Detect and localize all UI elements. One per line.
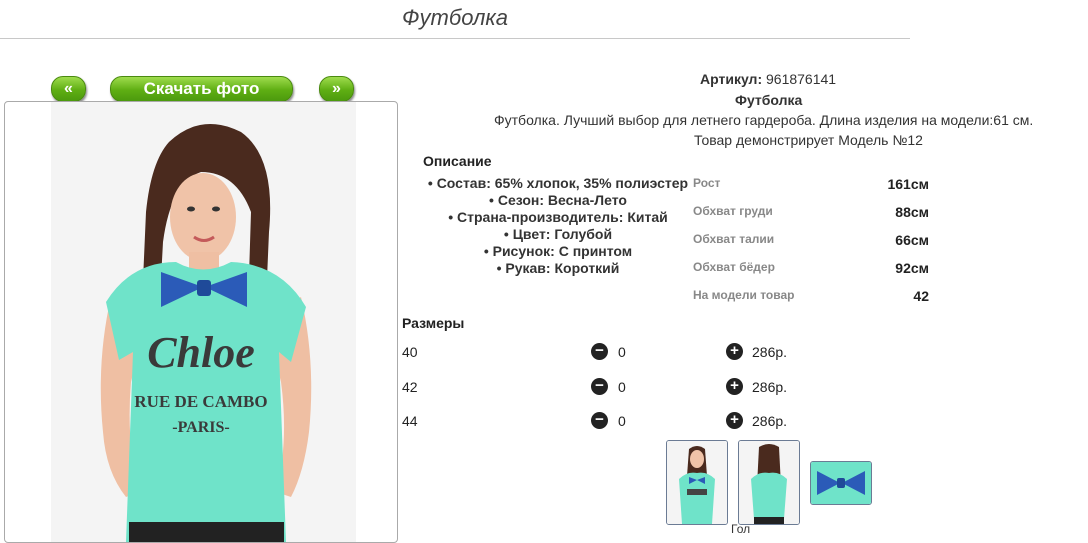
size-value: 44 — [402, 413, 418, 429]
print-text-3: -PARIS- — [172, 419, 229, 436]
print-text-2: RUE DE CAMBO — [134, 392, 267, 411]
measurement-label: Обхват талии — [693, 232, 775, 246]
size-row: 44 − 0 + 286р. — [402, 411, 802, 433]
measurement-value: 66см — [895, 232, 929, 248]
size-row: 40 − 0 + 286р. — [402, 342, 802, 364]
measurement-label: Обхват груди — [693, 204, 773, 218]
price-value: 286р. — [752, 379, 788, 395]
price-value: 286р. — [752, 344, 788, 360]
article-label: Артикул: — [700, 71, 763, 87]
measurement-row: Рост 161см — [693, 176, 929, 194]
product-name: Футболка — [735, 92, 803, 108]
quantity-value: 0 — [618, 413, 626, 429]
price-value: 286р. — [752, 413, 788, 429]
measurement-value: 88см — [895, 204, 929, 220]
thumbnail-label: Гол — [731, 522, 751, 536]
minus-circle-icon[interactable]: − — [591, 343, 608, 360]
measurement-label: Обхват бёдер — [693, 260, 775, 274]
measurement-row: Обхват груди 88см — [693, 204, 929, 222]
minus-circle-icon[interactable]: − — [591, 412, 608, 429]
page-title: Футболка — [402, 5, 508, 30]
page-title-bar: Футболка — [0, 0, 910, 39]
description-item: Состав: 65% хлопок, 35% полиэстер — [420, 175, 696, 192]
description-item: Цвет: Голубой — [420, 226, 696, 243]
size-value: 40 — [402, 344, 418, 360]
measurement-row: Обхват талии 66см — [693, 232, 929, 250]
main-photo[interactable]: Chloe RUE DE CAMBO -PARIS- — [51, 102, 356, 542]
thumbnail-front[interactable] — [666, 440, 728, 525]
measurement-label: На модели товар — [693, 288, 795, 302]
description-list: Состав: 65% хлопок, 35% полиэстер Сезон:… — [420, 175, 696, 277]
sizes-heading: Размеры — [402, 315, 465, 331]
main-photo-frame: Chloe RUE DE CAMBO -PARIS- — [4, 101, 398, 543]
prev-photo-button[interactable]: « — [51, 76, 86, 102]
measurement-row: Обхват бёдер 92см — [693, 260, 929, 278]
thumbnail-detail[interactable] — [810, 461, 872, 505]
thumbnail-bow-image — [811, 462, 871, 504]
description-item: Рукав: Короткий — [420, 260, 696, 277]
description-item: Сезон: Весна-Лето — [420, 192, 696, 209]
description-heading: Описание — [423, 153, 492, 169]
thumbnail-front-image — [667, 441, 727, 524]
description-item: Рисунок: С принтом — [420, 243, 696, 260]
measurement-value: 92см — [895, 260, 929, 276]
next-photo-button[interactable]: » — [319, 76, 354, 102]
article-value: 961876141 — [766, 71, 837, 87]
print-text-1: Chloe — [147, 328, 255, 377]
thumbnail-back[interactable] — [738, 440, 800, 525]
measurement-row: На модели товар 42 — [693, 288, 929, 306]
measurement-value: 42 — [913, 288, 929, 304]
quantity-value: 0 — [618, 344, 626, 360]
description-item: Страна-производитель: Китай — [420, 209, 696, 226]
measurement-label: Рост — [693, 176, 721, 190]
plus-circle-icon[interactable]: + — [726, 412, 743, 429]
product-description: Футболка. Лучший выбор для летнего гарде… — [494, 112, 1034, 128]
measurement-value: 161см — [887, 176, 929, 192]
size-row: 42 − 0 + 286р. — [402, 377, 802, 399]
quantity-value: 0 — [618, 379, 626, 395]
thumbnail-back-image — [739, 441, 799, 524]
model-note: Товар демонстрирует Модель №12 — [694, 132, 923, 148]
download-photo-button[interactable]: Скачать фото — [110, 76, 293, 102]
article-line: Артикул: 961876141 — [700, 71, 836, 87]
size-value: 42 — [402, 379, 418, 395]
plus-circle-icon[interactable]: + — [726, 378, 743, 395]
plus-circle-icon[interactable]: + — [726, 343, 743, 360]
minus-circle-icon[interactable]: − — [591, 378, 608, 395]
model-photo-illustration: Chloe RUE DE CAMBO -PARIS- — [100, 124, 312, 542]
